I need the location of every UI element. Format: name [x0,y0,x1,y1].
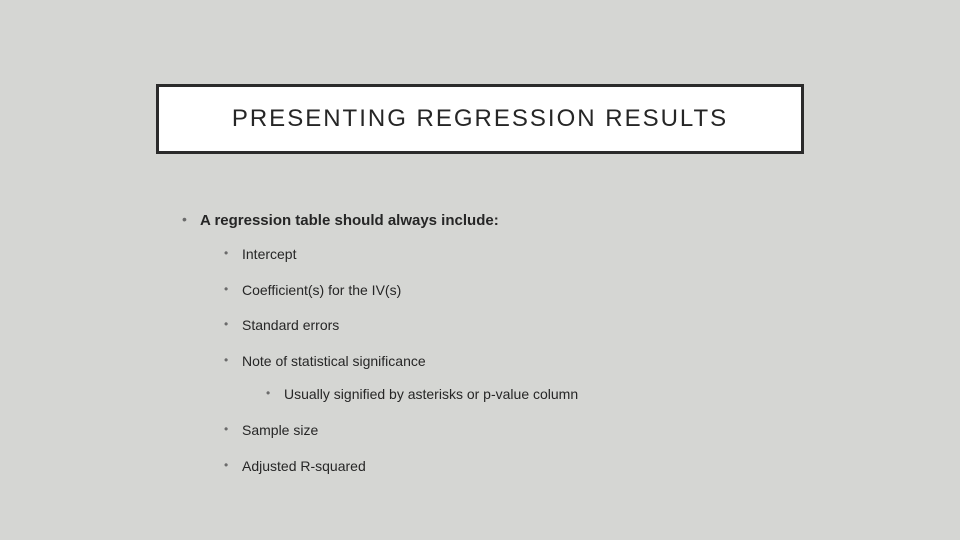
intro-bullet: A regression table should always include… [182,210,822,476]
list-item: Coefficient(s) for the IV(s) [224,281,822,301]
slide-title-box: PRESENTING REGRESSION RESULTS [156,84,804,154]
list-item: Standard errors [224,316,822,336]
item-text: Adjusted R-squared [242,458,366,474]
list-item: Intercept [224,245,822,265]
item-text: Note of statistical significance [242,353,426,369]
bullet-list-level1: A regression table should always include… [182,210,822,476]
item-text: Intercept [242,246,296,262]
list-item: Sample size [224,421,822,441]
list-item: Usually signified by asterisks or p-valu… [266,385,822,405]
item-text: Usually signified by asterisks or p-valu… [284,386,578,402]
list-item: Adjusted R-squared [224,457,822,477]
slide-content: A regression table should always include… [182,210,822,492]
item-text: Coefficient(s) for the IV(s) [242,282,401,298]
bullet-list-level3: Usually signified by asterisks or p-valu… [242,385,822,405]
slide-title: PRESENTING REGRESSION RESULTS [232,105,728,133]
bullet-list-level2: Intercept Coefficient(s) for the IV(s) S… [200,245,822,476]
item-text: Standard errors [242,317,339,333]
intro-text: A regression table should always include… [200,212,499,229]
item-text: Sample size [242,422,318,438]
list-item: Note of statistical significance Usually… [224,352,822,405]
